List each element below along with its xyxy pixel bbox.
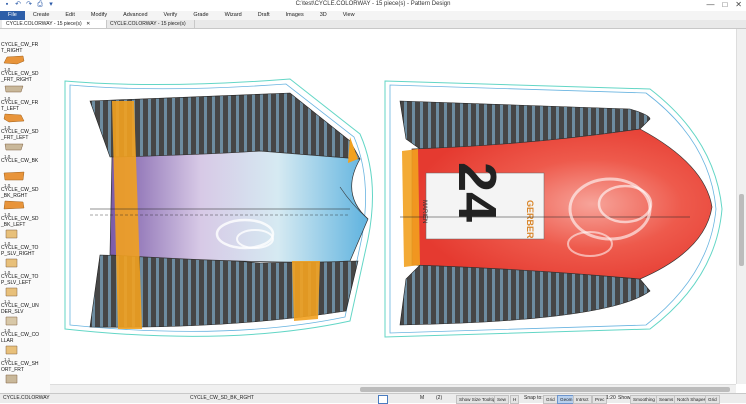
show-grid-button[interactable]: Grid — [705, 395, 720, 404]
tab-images[interactable]: Images — [278, 11, 312, 20]
piece-item[interactable]: CYCLE_CW_FR T_RIGHT 1.0 — [1, 42, 49, 72]
front-jersey-pattern[interactable]: 24 GERBER MARIEN — [384, 80, 723, 338]
piece-thumbnail — [5, 345, 18, 355]
snap-intrsct-button[interactable]: Intrsct — [573, 395, 592, 404]
piece-thumbnail — [5, 374, 18, 384]
piece-item[interactable]: CYCLE_CW_SH ORT_FRT — [1, 361, 49, 391]
piece-name: CYCLE_CW_SH ORT_FRT — [1, 361, 39, 373]
piece-item[interactable]: CYCLE_CW_CO LLAR 1.1 — [1, 332, 49, 362]
piece-thumbnail — [5, 258, 18, 268]
horizontal-scroll-thumb[interactable] — [360, 387, 730, 392]
doc-tab-active[interactable]: CYCLE.COLORWAY - 15 piece(s) ✕ — [2, 20, 107, 28]
piece-name: CYCLE_CW_TO P_SLV_LEFT — [1, 274, 39, 286]
piece-thumbnail — [5, 229, 18, 239]
tab-grade[interactable]: Grade — [185, 11, 216, 20]
h-button[interactable]: H — [510, 395, 520, 404]
piece-name: CYCLE_CW_TO P_SLV_RIGHT — [1, 245, 39, 257]
piece-item[interactable]: CYCLE_CW_SD _FRT_LEFT 1.0 — [1, 129, 49, 159]
vertical-scrollbar[interactable] — [736, 29, 746, 384]
brand-text: GERBER — [525, 200, 535, 239]
piece-item[interactable]: CYCLE_CW_SD _BK_LEFT 1.0 — [1, 216, 49, 246]
close-button[interactable]: ✕ — [735, 0, 742, 10]
piece-item[interactable]: CYCLE_CW_SD _FRT_RIGHT 1.0 — [1, 71, 49, 101]
tab-file[interactable]: File — [0, 11, 25, 20]
piece-name: CYCLE_CW_FR T_RIGHT — [1, 42, 39, 54]
piece-thumbnail — [5, 287, 18, 297]
doc-tab-label: CYCLE.COLORWAY - 15 piece(s) — [110, 21, 186, 27]
back-jersey-pattern[interactable] — [64, 78, 373, 337]
show-size-tooltip-button[interactable]: Show Size Tooltip — [456, 395, 499, 404]
snap-checkbox[interactable] — [378, 395, 388, 404]
piece-thumbnail — [3, 200, 25, 210]
piece-thumbnail — [4, 85, 24, 93]
piece-item[interactable]: CYCLE_CW_BK 1.0 — [1, 158, 49, 188]
piece-item[interactable]: CYCLE_CW_TO P_SLV_RIGHT 1.0 — [1, 245, 49, 275]
piece-item[interactable]: CYCLE_CW_TO P_SLV_LEFT 1.1 — [1, 274, 49, 304]
piece-name: CYCLE_CW_UN DER_SLV — [1, 303, 39, 315]
tab-create[interactable]: Create — [25, 11, 58, 20]
piece-name: CYCLE_CW_BK — [1, 158, 39, 164]
window-controls: — □ ✕ — [706, 0, 742, 10]
sew-button[interactable]: Sew — [494, 395, 509, 404]
window-title: C:\test\CYCLE.COLORWAY - 15 piece(s) - P… — [295, 1, 451, 7]
tab-3d[interactable]: 3D — [312, 11, 335, 20]
doc-tab-secondary[interactable]: CYCLE.COLORWAY - 15 piece(s) — [106, 20, 195, 28]
side-text: MARIEN — [421, 200, 427, 223]
tab-wizard[interactable]: Wizard — [217, 11, 250, 20]
snap-grid-button[interactable]: Grid — [543, 395, 558, 404]
pattern-canvas[interactable]: 24 GERBER MARIEN — [50, 29, 736, 384]
tab-edit[interactable]: Edit — [57, 11, 82, 20]
smoothing-button[interactable]: Smoothing — [630, 395, 658, 404]
piece-item[interactable]: CYCLE_CW_FR T_LEFT 1.0 — [1, 100, 49, 130]
maximize-button[interactable]: □ — [722, 0, 727, 10]
doc-tab-label: CYCLE.COLORWAY - 15 piece(s) — [6, 21, 82, 27]
piece-thumbnail — [5, 316, 18, 326]
piece-list: CYCLE_CW_FR T_RIGHT 1.0 CYCLE_CW_SD _FRT… — [0, 29, 51, 393]
piece-thumbnail — [4, 143, 24, 151]
piece-name: CYCLE_CW_SD _FRT_LEFT — [1, 129, 39, 141]
jersey-number: 24 — [447, 162, 507, 222]
close-icon[interactable]: ✕ — [86, 21, 90, 27]
piece-name: CYCLE_CW_CO LLAR — [1, 332, 40, 344]
minimize-button[interactable]: — — [706, 0, 714, 10]
piece-name: CYCLE_CW_SD _BK_LEFT — [1, 216, 39, 228]
piece-thumbnail — [3, 55, 25, 65]
piece-name: CYCLE_CW_SD _BK_RGHT — [1, 187, 39, 199]
tab-modify[interactable]: Modify — [83, 11, 115, 20]
vertical-scroll-thumb[interactable] — [739, 194, 744, 266]
pattern-drawing: 24 GERBER MARIEN — [64, 78, 723, 338]
notch-shapes-button[interactable]: Notch Shapes — [674, 395, 709, 404]
tab-view[interactable]: View — [335, 11, 363, 20]
piece-name: CYCLE_CW_SD _FRT_RIGHT — [1, 71, 39, 83]
piece-name: CYCLE_CW_FR T_LEFT — [1, 100, 39, 112]
tab-draft[interactable]: Draft — [250, 11, 278, 20]
piece-thumbnail — [3, 171, 25, 181]
piece-item[interactable]: CYCLE_CW_SD _BK_RGHT 1.0 — [1, 187, 49, 217]
piece-item[interactable]: CYCLE_CW_UN DER_SLV 1.0 — [1, 303, 49, 333]
tab-advanced[interactable]: Advanced — [115, 11, 155, 20]
document-tabs: CYCLE.COLORWAY - 15 piece(s) ✕ CYCLE.COL… — [0, 20, 746, 29]
piece-thumbnail — [3, 113, 25, 123]
tab-verify[interactable]: Verify — [156, 11, 186, 20]
